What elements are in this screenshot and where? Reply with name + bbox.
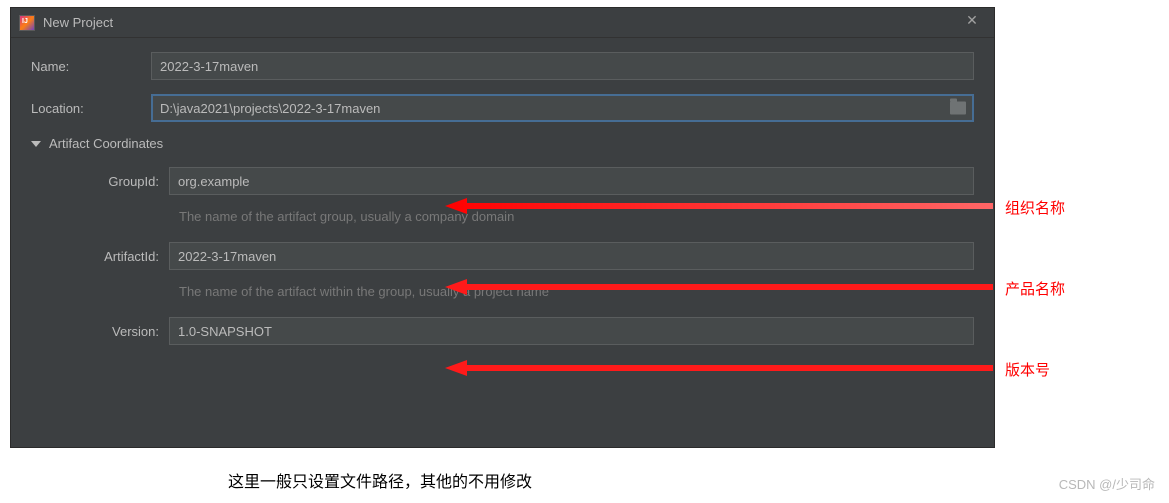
close-icon[interactable]: ✕ [958, 12, 986, 34]
artifactid-hint: The name of the artifact within the grou… [179, 284, 974, 299]
location-label: Location: [31, 101, 151, 116]
folder-icon[interactable] [950, 102, 966, 115]
version-label: Version: [49, 324, 169, 339]
artifactid-label: ArtifactId: [49, 249, 169, 264]
artifact-coordinates-header[interactable]: Artifact Coordinates [31, 136, 974, 151]
intellij-icon [19, 15, 35, 31]
location-input[interactable] [151, 94, 974, 122]
annotation-groupid: 组织名称 [1005, 197, 1065, 218]
groupid-label: GroupId: [49, 174, 169, 189]
dialog-body: Name: Location: Artifact Coordinates Gro… [11, 38, 994, 369]
caption-text: 这里一般只设置文件路径，其他的不用修改 [228, 468, 532, 492]
groupid-hint: The name of the artifact group, usually … [179, 209, 974, 224]
artifact-coordinates-title: Artifact Coordinates [49, 136, 163, 151]
new-project-dialog: New Project ✕ Name: Location: Artifact C… [10, 7, 995, 448]
location-row: Location: [31, 94, 974, 122]
titlebar: New Project ✕ [11, 8, 994, 38]
artifactid-row: ArtifactId: [49, 242, 974, 270]
groupid-row: GroupId: [49, 167, 974, 195]
name-row: Name: [31, 52, 974, 80]
version-row: Version: [49, 317, 974, 345]
name-input[interactable] [151, 52, 974, 80]
artifactid-input[interactable] [169, 242, 974, 270]
chevron-down-icon [31, 141, 41, 147]
version-input[interactable] [169, 317, 974, 345]
name-label: Name: [31, 59, 151, 74]
annotation-artifactid: 产品名称 [1005, 278, 1065, 299]
annotation-version: 版本号 [1005, 359, 1050, 380]
watermark: CSDN @/少司命 [1059, 474, 1155, 493]
artifact-section: GroupId: The name of the artifact group,… [31, 167, 974, 345]
window-title: New Project [43, 15, 113, 30]
groupid-input[interactable] [169, 167, 974, 195]
